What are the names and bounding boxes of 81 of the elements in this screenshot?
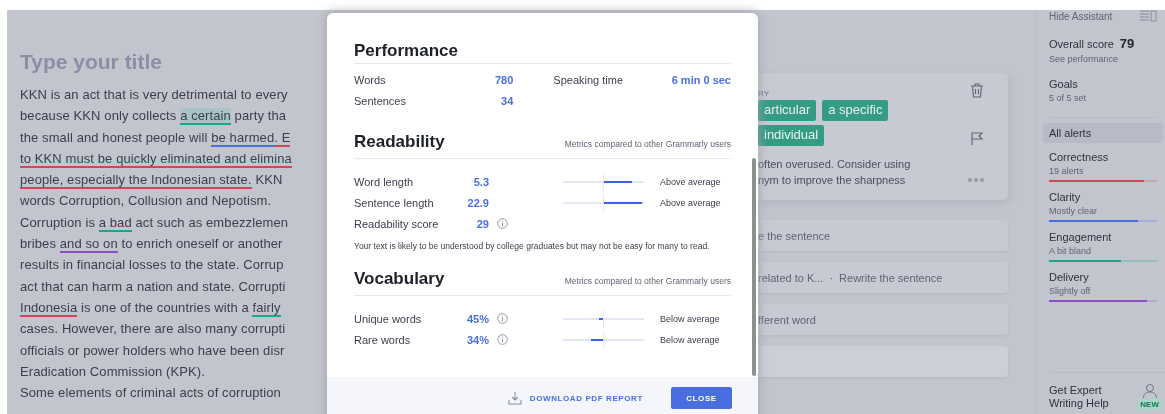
metric-value: 29 [475, 217, 489, 230]
all-alerts-tab[interactable]: All alerts [1043, 123, 1163, 143]
comparison-verdict: Above average [660, 176, 721, 187]
category-name[interactable]: Correctness [1049, 151, 1157, 163]
section-heading: Vocabulary [354, 269, 445, 289]
metric-label: Sentence length [354, 196, 435, 209]
download-icon [507, 391, 522, 405]
comparison-note: Metrics compared to other Grammarly users [564, 139, 731, 149]
new-badge: NEW [1138, 399, 1161, 410]
person-icon[interactable] [1141, 383, 1158, 399]
category-label: RY [758, 89, 769, 98]
flag-icon[interactable] [970, 132, 984, 146]
metric-label: Word length [354, 175, 415, 188]
text-line: words Corruption, Collusion and Nepotism. [20, 192, 273, 211]
metric-label: Sentences [354, 95, 406, 109]
see-performance-link[interactable]: See performance [1049, 54, 1165, 64]
trash-icon[interactable] [970, 83, 984, 98]
metric-label: Readability score [354, 217, 440, 230]
category-name[interactable]: Delivery [1049, 271, 1157, 283]
category-status: A bit bland [1049, 246, 1093, 256]
text-line: Eradication Commission (KPK). [20, 362, 206, 381]
metric-label: Speaking time [553, 74, 624, 88]
comparison-note: Metrics compared to other Grammarly users [564, 276, 731, 286]
alert-text[interactable]: related to K... [758, 271, 824, 284]
metric-value: 6 min 0 sec [671, 74, 731, 88]
category-name[interactable]: Clarity [1049, 191, 1157, 203]
comparison-verdict: Below average [660, 334, 720, 345]
suggestion-card[interactable]: RY articular a specific individual often overused. Consider using nym to improve the sharpness [758, 73, 1008, 200]
alert-action[interactable]: Rewrite the sentence [839, 271, 943, 284]
alert-text[interactable]: fferent word [758, 313, 816, 326]
info-icon[interactable] [497, 218, 508, 229]
text-line: KKN is an act that is very detrimental to every [20, 86, 289, 104]
category-status: 19 alerts [1049, 166, 1085, 176]
text-line: to KKN must be quickly eliminated and elimina [20, 149, 293, 170]
overall-score: 79 [1119, 36, 1135, 51]
panel-icon[interactable] [1139, 10, 1157, 22]
suggestion-chip[interactable]: a specific [822, 100, 889, 121]
text-line: officials or power holders who have been disr [20, 341, 286, 360]
expert-help-link[interactable]: Get Expert Writing Help [1049, 384, 1129, 410]
metric-label: Rare words [354, 333, 412, 346]
suggestion-chip[interactable]: articular [758, 100, 817, 121]
category-status: Mostly clear [1049, 206, 1098, 216]
more-icon[interactable] [968, 178, 984, 182]
metric-value: 780 [495, 74, 514, 88]
metric-value: 34% [465, 333, 489, 346]
info-icon[interactable] [497, 313, 508, 324]
metric-value: 5.3 [472, 175, 489, 188]
hide-assistant-link[interactable]: Hide Assistant [1049, 10, 1113, 22]
goals-status: 5 of 5 set [1049, 93, 1088, 103]
section-heading: Performance [354, 41, 458, 60]
category-name[interactable]: Engagement [1049, 231, 1157, 243]
close-button[interactable]: CLOSE [671, 387, 732, 409]
overall-score-label: Overall score [1049, 38, 1114, 50]
comparison-verdict: Below average [660, 313, 720, 324]
section-heading: Readability [354, 132, 445, 152]
category-status: Slightly off [1049, 286, 1092, 296]
text-line: bribes and so on to enrich oneself or another [20, 235, 284, 255]
text-line: cases. However, there are also many corrupti [20, 320, 287, 339]
text-line: the small and honest people will be harmed. E [20, 128, 292, 148]
metric-value: 45% [465, 312, 489, 325]
metric-label: Unique words [354, 312, 423, 325]
suggestion-text: often overused. Consider using nym to improve the sharpness [758, 157, 912, 188]
metric-label: Words [354, 74, 386, 88]
alert-text[interactable]: e the sentence [758, 229, 831, 242]
text-line: people, especially the Indonesian state. KKN [20, 171, 284, 191]
text-line: Corruption is a bad act such as embezzlemen [20, 213, 290, 234]
info-icon[interactable] [497, 334, 508, 345]
suggestion-chip[interactable]: individual [758, 125, 825, 146]
metric-value: 34 [501, 95, 514, 109]
readability-description: Your text is likely to be understood by college graduates but may not be easy for many to read. [354, 240, 711, 253]
separator-dot: · [829, 271, 834, 284]
text-line: Some elements of criminal acts of corruption [20, 384, 282, 403]
text-line: act that can harm a nation and state. Corrupti [20, 277, 287, 296]
download-report-button[interactable]: DOWNLOAD PDF REPORT [507, 387, 643, 409]
text-line: because KKN only collects a certain party tha [20, 107, 288, 127]
text-line: Indonesia is one of the countries with a fairly [20, 298, 282, 319]
comparison-verdict: Above average [660, 197, 721, 208]
text-line: results in financial losses to the state. Corrup [20, 256, 285, 275]
scrollbar[interactable] [752, 158, 756, 376]
goals-label[interactable]: Goals [1049, 78, 1157, 90]
metric-value: 22.9 [466, 196, 489, 209]
